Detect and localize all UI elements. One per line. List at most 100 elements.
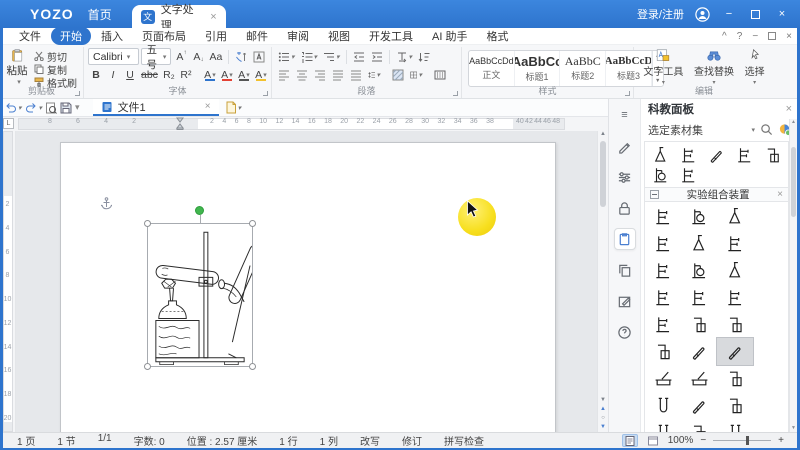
- ruler-corner-box[interactable]: L: [3, 118, 14, 129]
- apparatus-item[interactable]: [681, 419, 717, 432]
- paste-button[interactable]: 粘贴 ▾: [0, 47, 34, 86]
- status-item[interactable]: 1 行: [268, 433, 308, 448]
- apparatus-item[interactable]: [681, 338, 717, 365]
- lock-icon[interactable]: [614, 197, 636, 219]
- status-item[interactable]: 1 节: [46, 433, 86, 448]
- app-tab-writer[interactable]: 文 文字处理 ×: [131, 4, 226, 32]
- status-item[interactable]: 1 页: [6, 433, 46, 448]
- zoom-slider[interactable]: [713, 436, 772, 445]
- science-panel-icon[interactable]: [613, 228, 636, 250]
- apparatus-item[interactable]: [645, 392, 681, 419]
- menu-item[interactable]: 视图: [319, 27, 359, 45]
- resize-handle[interactable]: [249, 363, 256, 370]
- apparatus-item[interactable]: [645, 338, 681, 365]
- settings-sliders-icon[interactable]: [614, 166, 636, 188]
- compose-icon[interactable]: [614, 290, 636, 312]
- resize-handle[interactable]: [249, 220, 256, 227]
- material-thumbnail[interactable]: [647, 145, 674, 164]
- close-app-tab-icon[interactable]: ×: [210, 11, 216, 23]
- material-thumbnail[interactable]: [675, 145, 702, 164]
- material-thumbnail[interactable]: [675, 165, 702, 184]
- material-thumbnail[interactable]: [647, 165, 674, 184]
- font-size-case-button[interactable]: A: [190, 48, 206, 65]
- pen-icon[interactable]: [614, 135, 636, 157]
- panel-scrollbar[interactable]: ▲ ▼: [789, 119, 797, 432]
- styles-dialog-launcher[interactable]: [625, 91, 630, 96]
- status-item[interactable]: 位置 : 2.57 厘米: [176, 433, 269, 448]
- zoom-slider-thumb[interactable]: [746, 436, 750, 445]
- borders-icon[interactable]: ▾: [408, 66, 424, 83]
- status-item[interactable]: 1 列: [309, 433, 349, 448]
- increase-indent-icon[interactable]: [369, 48, 385, 65]
- apparatus-item[interactable]: [717, 311, 753, 338]
- style-item[interactable]: AaBbCc 标题1: [515, 51, 561, 86]
- document-scrollbar[interactable]: ▲ ▼ ▲ ○ ▼: [597, 131, 608, 432]
- material-collection-select[interactable]: 选定素材集 ▾: [641, 119, 800, 140]
- section-close-icon[interactable]: ×: [777, 189, 783, 200]
- close-button[interactable]: ×: [774, 8, 790, 20]
- manuscript-grid-icon[interactable]: [432, 66, 448, 83]
- font-format-button[interactable]: abc: [139, 66, 160, 83]
- apparatus-item[interactable]: [717, 419, 753, 432]
- zoom-in-icon[interactable]: +: [778, 435, 784, 446]
- menu-item[interactable]: 审阅: [278, 27, 318, 45]
- font-size-case-button[interactable]: A: [173, 48, 189, 65]
- text-direction-icon[interactable]: ▾: [394, 48, 415, 65]
- previous-page-icon[interactable]: ▲: [600, 406, 606, 412]
- redo-icon[interactable]: ▾: [25, 102, 42, 114]
- doc-close-icon[interactable]: ×: [786, 31, 792, 42]
- font-format-button[interactable]: R²: [178, 66, 194, 83]
- login-link[interactable]: 登录/注册: [637, 6, 684, 22]
- zoom-out-icon[interactable]: −: [700, 435, 706, 446]
- status-item[interactable]: 1/1: [87, 433, 123, 448]
- apparatus-item[interactable]: [716, 337, 754, 366]
- apparatus-item[interactable]: [645, 257, 681, 284]
- scroll-down-icon[interactable]: ▼: [600, 397, 606, 403]
- status-item[interactable]: 改写: [349, 433, 391, 448]
- apparatus-item[interactable]: [645, 365, 681, 392]
- copy-pages-icon[interactable]: [614, 259, 636, 281]
- scroll-up-icon[interactable]: ▲: [600, 131, 606, 137]
- font-color-button[interactable]: A ▾: [236, 66, 252, 83]
- line-spacing-icon[interactable]: ▾: [366, 66, 382, 83]
- apparatus-item[interactable]: [681, 392, 717, 419]
- save-icon[interactable]: [60, 102, 72, 114]
- align-center-icon[interactable]: [294, 66, 310, 83]
- collapse-section-icon[interactable]: [650, 190, 659, 199]
- font-size-select[interactable]: 五号 ▾: [141, 44, 172, 71]
- align-right-icon[interactable]: [312, 66, 328, 83]
- apparatus-item[interactable]: [717, 365, 753, 392]
- text-tool-button[interactable]: 文字工具 ▾: [643, 49, 683, 86]
- font-format-button[interactable]: I: [105, 66, 121, 83]
- panel-close-icon[interactable]: ×: [786, 103, 792, 115]
- distribute-icon[interactable]: [348, 66, 364, 83]
- apparatus-item[interactable]: [681, 311, 717, 338]
- menu-item[interactable]: 邮件: [237, 27, 277, 45]
- horizontal-ruler[interactable]: L 8642 2 4 6 8 10 12 14 16 18 20 22 24 26 28 30 32 34 36 3…: [0, 117, 608, 131]
- font-color-button[interactable]: A ▾: [202, 66, 218, 83]
- font-color-button[interactable]: A ▾: [253, 66, 269, 83]
- cut-button[interactable]: 剪切: [34, 50, 77, 64]
- section-header-apparatus[interactable]: 实验组合装置 ×: [645, 187, 788, 202]
- select-browse-object-icon[interactable]: ○: [601, 415, 605, 421]
- menu-item[interactable]: 格式: [477, 27, 517, 45]
- next-page-icon[interactable]: ▼: [600, 424, 606, 430]
- material-thumbnail[interactable]: [703, 145, 730, 164]
- apparatus-item[interactable]: [645, 203, 681, 230]
- doc-restore-icon[interactable]: [768, 32, 777, 40]
- minimize-button[interactable]: −: [721, 8, 737, 20]
- panel-scroll-down-icon[interactable]: ▼: [790, 425, 797, 431]
- status-item[interactable]: 字数: 0: [123, 433, 176, 448]
- sort-icon[interactable]: [416, 48, 432, 65]
- menu-item[interactable]: 文件: [10, 27, 50, 45]
- apparatus-item[interactable]: [681, 284, 717, 311]
- apparatus-item[interactable]: [645, 284, 681, 311]
- apparatus-item[interactable]: [681, 230, 717, 257]
- panel-scroll-up-icon[interactable]: ▲: [791, 119, 796, 125]
- font-format-button[interactable]: R₂: [161, 66, 177, 83]
- web-view-button[interactable]: [645, 434, 661, 447]
- menu-item[interactable]: 开发工具: [360, 27, 422, 45]
- help-icon[interactable]: ?: [737, 31, 743, 42]
- apparatus-item[interactable]: [717, 230, 753, 257]
- shading-icon[interactable]: [390, 66, 406, 83]
